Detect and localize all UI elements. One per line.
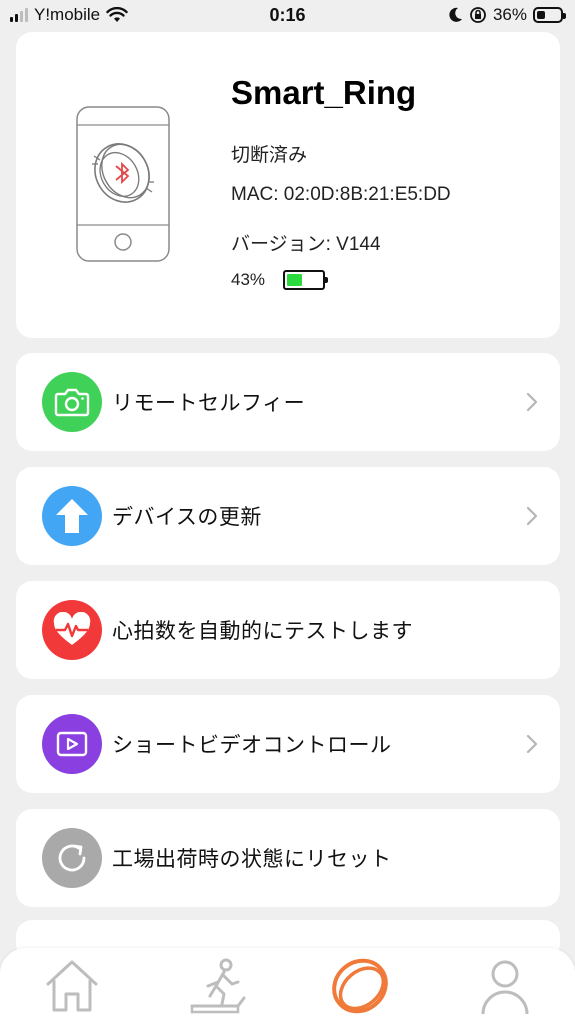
- tab-activity[interactable]: [183, 956, 253, 1022]
- video-play-icon: [42, 714, 102, 774]
- menu-item-short-video-control[interactable]: ショートビデオコントロール: [16, 695, 560, 793]
- connection-status: 切断済み: [231, 145, 308, 166]
- chevron-right-icon: [526, 392, 538, 412]
- device-battery-icon: [283, 270, 329, 290]
- status-bar: Y!mobile 0:16 36%: [0, 0, 575, 32]
- menu-label: ショートビデオコントロール: [112, 734, 392, 757]
- device-card: Smart_Ring 切断済み MAC: 02:0D:8B:21:E5:DD バ…: [16, 32, 560, 338]
- carrier-label: Y!mobile: [34, 5, 101, 24]
- menu-item-factory-reset[interactable]: 工場出荷時の状態にリセット: [16, 809, 560, 907]
- camera-icon: [42, 372, 102, 432]
- rotation-lock-icon: [470, 7, 486, 23]
- moon-icon: [449, 7, 462, 22]
- phone-ring-illustration: [76, 106, 170, 262]
- device-battery-percent: 43%: [231, 270, 266, 289]
- tab-profile[interactable]: [470, 956, 540, 1022]
- mac-address: MAC: 02:0D:8B:21:E5:DD: [231, 184, 451, 205]
- home-icon: [46, 960, 98, 1012]
- menu-item-remote-selfie[interactable]: リモートセルフィー: [16, 353, 560, 451]
- tab-device[interactable]: [325, 956, 395, 1022]
- wifi-icon: [106, 7, 128, 22]
- device-battery-row: 43%: [231, 270, 329, 290]
- menu-label: 工場出荷時の状態にリセット: [112, 848, 392, 871]
- chevron-right-icon: [526, 734, 538, 754]
- status-left: Y!mobile: [10, 5, 128, 25]
- menu-label: デバイスの更新: [112, 506, 262, 529]
- heart-rate-icon: [42, 600, 102, 660]
- treadmill-icon: [190, 958, 246, 1014]
- tab-bar: [0, 948, 575, 1024]
- menu-label: 心拍数を自動的にテストします: [112, 620, 413, 643]
- status-right: 36%: [449, 5, 566, 25]
- menu-item-device-update[interactable]: デバイスの更新: [16, 467, 560, 565]
- menu-label: リモートセルフィー: [112, 392, 306, 415]
- person-icon: [481, 960, 529, 1014]
- menu-item-auto-heart-rate[interactable]: 心拍数を自動的にテストします: [16, 581, 560, 679]
- reset-icon: [42, 828, 102, 888]
- firmware-version: バージョン: V144: [231, 234, 381, 255]
- battery-percent-label: 36%: [492, 5, 527, 24]
- battery-icon: [533, 7, 566, 23]
- device-name: Smart_Ring: [231, 74, 417, 111]
- tab-home[interactable]: [37, 956, 107, 1022]
- ring-icon: [332, 958, 388, 1014]
- signal-icon: [10, 8, 28, 22]
- upload-arrow-icon: [42, 486, 102, 546]
- chevron-right-icon: [526, 506, 538, 526]
